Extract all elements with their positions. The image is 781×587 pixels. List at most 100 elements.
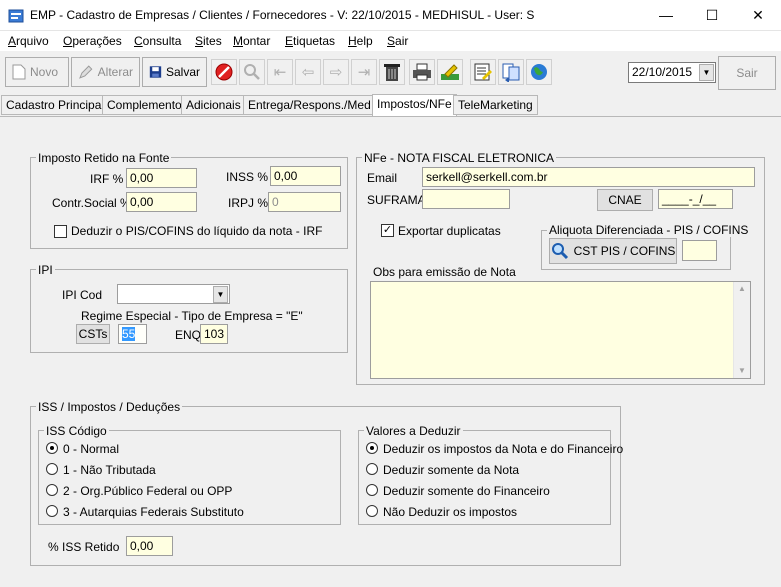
- csts-input[interactable]: 55: [118, 324, 147, 344]
- nfe-legend: NFe - NOTA FISCAL ELETRONICA: [362, 151, 557, 165]
- deduzir-label: Deduzir o PIS/COFINS do líquido da nota …: [71, 224, 323, 238]
- valores-option-2: Deduzir somente do Financeiro: [383, 484, 550, 498]
- magnifier-icon: [551, 243, 568, 260]
- sair-button[interactable]: Sair: [718, 56, 776, 90]
- notes-icon[interactable]: [470, 59, 496, 85]
- chevron-down-icon[interactable]: ▼: [213, 286, 228, 303]
- suframa-label: SUFRAMA: [367, 193, 426, 207]
- search-icon[interactable]: [239, 59, 265, 85]
- iss-retido-input[interactable]: 0,00: [126, 536, 173, 556]
- valores-radio-0[interactable]: [366, 442, 378, 454]
- menu-montar[interactable]: Montar: [233, 34, 270, 48]
- irf-input[interactable]: 0,00: [126, 168, 197, 188]
- cancel-icon[interactable]: [211, 59, 237, 85]
- inss-input[interactable]: 0,00: [270, 166, 341, 186]
- novo-label: Novo: [30, 65, 59, 79]
- menu-operacoes[interactable]: Operações: [63, 34, 122, 48]
- first-record-icon[interactable]: ⇤: [267, 59, 293, 85]
- save-icon: [149, 66, 162, 78]
- exportar-checkbox[interactable]: ✓: [381, 224, 394, 237]
- contr-social-label: Contr.Social %: [52, 196, 131, 210]
- globe-icon[interactable]: [526, 59, 552, 85]
- next-record-icon[interactable]: ⇨: [323, 59, 349, 85]
- scroll-down-icon[interactable]: ▼: [734, 364, 750, 378]
- iss-codigo-legend: ISS Código: [44, 424, 109, 438]
- tab-impostos-nfe[interactable]: Impostos/NFe: [372, 94, 457, 116]
- tab-adicionais[interactable]: Adicionais: [181, 95, 246, 115]
- irpj-input[interactable]: 0: [268, 192, 341, 212]
- suframa-input[interactable]: [422, 189, 510, 209]
- cst-pis-cofins-button[interactable]: CST PIS / COFINS: [549, 238, 677, 264]
- iss-codigo-radio-3[interactable]: [46, 505, 58, 517]
- alterar-label: Alterar: [97, 65, 133, 79]
- menu-sair[interactable]: Sair: [387, 34, 408, 48]
- exportar-label: Exportar duplicatas: [398, 224, 501, 238]
- cnae-button[interactable]: CNAE: [597, 189, 653, 211]
- obs-scrollbar[interactable]: ▲ ▼: [733, 282, 750, 378]
- csts-value: 55: [122, 327, 136, 341]
- aliquota-legend: Aliquota Diferenciada - PIS / COFINS: [547, 223, 751, 237]
- email-input[interactable]: serkell@serkell.com.br: [422, 167, 755, 187]
- printer-icon[interactable]: [409, 59, 435, 85]
- trash-icon[interactable]: [379, 59, 405, 85]
- alterar-button[interactable]: Alterar: [71, 57, 140, 87]
- irf-label: IRF %: [90, 172, 124, 186]
- valores-radio-1[interactable]: [366, 463, 378, 475]
- deduzir-checkbox[interactable]: [54, 225, 67, 238]
- obs-textarea[interactable]: [370, 281, 751, 379]
- novo-button[interactable]: Novo: [5, 57, 69, 87]
- obs-label: Obs para emissão de Nota: [373, 265, 516, 279]
- valores-radio-2[interactable]: [366, 484, 378, 496]
- report-edit-icon[interactable]: [437, 59, 463, 85]
- csts-button[interactable]: CSTs: [76, 324, 110, 344]
- app-icon: [8, 9, 24, 23]
- tab-telemarketing[interactable]: TeleMarketing: [453, 95, 538, 115]
- close-button[interactable]: ✕: [735, 0, 781, 31]
- enq-input[interactable]: 103: [200, 324, 228, 344]
- iss-codigo-option-1: 1 - Não Tributada: [63, 463, 156, 477]
- scroll-up-icon[interactable]: ▲: [734, 282, 750, 296]
- valores-deduzir-legend: Valores a Deduzir: [364, 424, 463, 438]
- iss-codigo-radio-2[interactable]: [46, 484, 58, 496]
- tab-cadastro-principal[interactable]: Cadastro Principal: [1, 95, 110, 115]
- salvar-button[interactable]: Salvar: [142, 57, 207, 87]
- imposto-retido-legend: Imposto Retido na Fonte: [36, 151, 172, 165]
- edit-icon: [79, 65, 93, 79]
- menu-arquivo[interactable]: Arquivo: [8, 34, 49, 48]
- enq-label: ENQ: [175, 328, 202, 342]
- iss-retido-label: % ISS Retido: [48, 540, 120, 554]
- iss-codigo-option-2: 2 - Org.Público Federal ou OPP: [63, 484, 233, 498]
- iss-codigo-radio-0[interactable]: [46, 442, 58, 454]
- valores-radio-3[interactable]: [366, 505, 378, 517]
- menu-etiquetas[interactable]: Etiquetas: [285, 34, 335, 48]
- menu-consulta[interactable]: Consulta: [134, 34, 181, 48]
- aliquota-input[interactable]: [682, 240, 717, 261]
- ipi-cod-select[interactable]: ▼: [117, 284, 230, 304]
- iss-codigo-radio-1[interactable]: [46, 463, 58, 475]
- tab-entrega[interactable]: Entrega/Respons./Med: [243, 95, 376, 115]
- date-picker[interactable]: 22/10/2015 ▼: [628, 62, 716, 83]
- cnae-input[interactable]: ____-_/__: [658, 189, 733, 209]
- tab-complemento[interactable]: Complemento: [102, 95, 187, 115]
- maximize-button[interactable]: ☐: [689, 0, 735, 31]
- valores-option-3: Não Deduzir os impostos: [383, 505, 518, 519]
- contr-social-input[interactable]: 0,00: [126, 192, 197, 212]
- email-label: Email: [367, 171, 398, 185]
- ipi-cod-label: IPI Cod: [62, 288, 103, 302]
- chevron-down-icon[interactable]: ▼: [699, 64, 714, 81]
- previous-record-icon[interactable]: ⇦: [295, 59, 321, 85]
- iss-codigo-option-0: 0 - Normal: [63, 442, 120, 456]
- regime-label: Regime Especial - Tipo de Empresa = "E": [81, 309, 303, 323]
- new-document-icon: [12, 64, 26, 80]
- transfer-icon[interactable]: [498, 59, 524, 85]
- minimize-button[interactable]: —: [643, 0, 689, 31]
- salvar-label: Salvar: [165, 65, 200, 79]
- iss-codigo-option-3: 3 - Autarquias Federais Substituto: [63, 505, 244, 519]
- last-record-icon[interactable]: ⇥: [351, 59, 377, 85]
- inss-label: INSS %: [226, 170, 269, 184]
- menu-sites[interactable]: Sites: [195, 34, 222, 48]
- date-value: 22/10/2015: [632, 65, 693, 79]
- menu-help[interactable]: Help: [348, 34, 373, 48]
- iss-legend: ISS / Impostos / Deduções: [36, 400, 183, 414]
- ipi-legend: IPI: [36, 263, 55, 277]
